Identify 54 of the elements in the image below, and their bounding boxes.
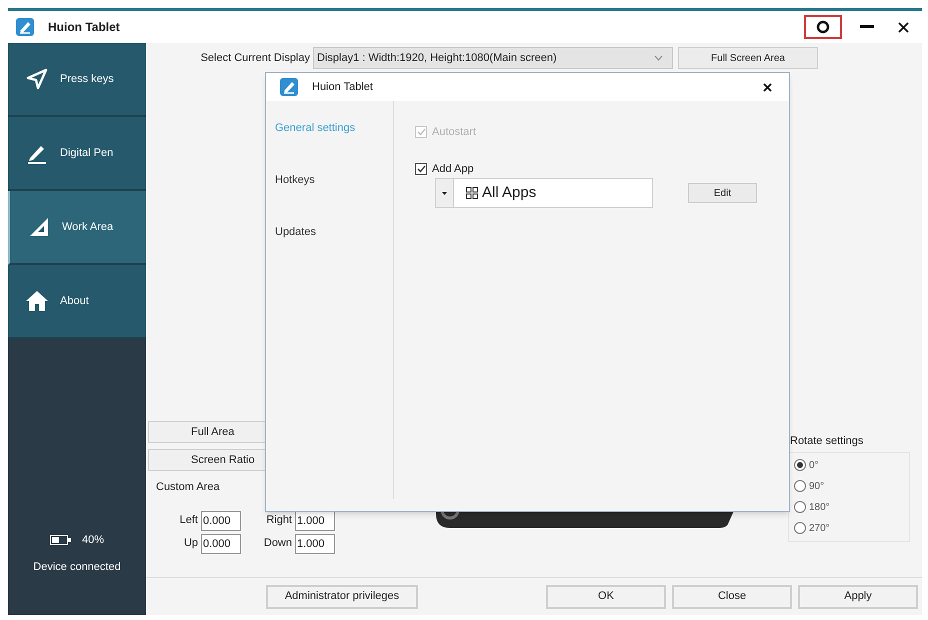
- grid-icon: [466, 187, 478, 199]
- chevron-down-icon: [654, 55, 663, 61]
- radio-option[interactable]: 90°: [794, 478, 909, 494]
- app-selector[interactable]: All Apps: [435, 178, 653, 208]
- footer-button[interactable]: Close: [672, 584, 792, 608]
- app-logo-icon: [16, 18, 34, 36]
- checkmark-icon: [416, 165, 426, 173]
- window-title: Huion Tablet: [48, 19, 120, 36]
- checkbox[interactable]: [415, 163, 427, 175]
- footer-button[interactable]: OK: [546, 584, 666, 608]
- battery-icon: [50, 535, 72, 546]
- sidebar-item[interactable]: Work Area: [8, 191, 146, 265]
- full-screen-area-button[interactable]: Full Screen Area: [678, 47, 818, 69]
- radio-button[interactable]: [794, 480, 806, 492]
- field-label: Left: [178, 513, 198, 528]
- close-icon: [762, 82, 772, 92]
- dialog-title: Huion Tablet: [312, 80, 373, 95]
- number-field[interactable]: 0.000: [201, 534, 241, 554]
- radio-option[interactable]: 180°: [794, 500, 909, 514]
- radio-option[interactable]: 270°: [794, 520, 909, 536]
- field-label: Down: [262, 536, 292, 552]
- number-field[interactable]: 1.000: [295, 534, 335, 554]
- display-dropdown[interactable]: Display1 : Width:1920, Height:1080(Main screen): [313, 47, 673, 69]
- edit-button[interactable]: Edit: [688, 183, 757, 203]
- radio-button[interactable]: [794, 522, 806, 534]
- radio-option[interactable]: 0°: [794, 458, 909, 472]
- checkbox-option: Autostart: [415, 123, 789, 141]
- circle-icon: [816, 20, 830, 34]
- rotate-settings-title: Rotate settings: [789, 434, 864, 449]
- display-label: Select Current Display: [200, 50, 311, 66]
- footer-button[interactable]: Apply: [798, 584, 918, 608]
- custom-area-title: Custom Area: [155, 480, 221, 495]
- footer-button[interactable]: Administrator privileges: [266, 584, 418, 608]
- sidebar-item[interactable]: Digital Pen: [8, 117, 146, 191]
- radio-button[interactable]: [794, 501, 806, 513]
- caret-icon: [442, 192, 447, 194]
- field-label: Right: [265, 513, 292, 528]
- battery-percentage: 40%: [82, 533, 104, 548]
- connection-status: Device connected: [32, 560, 122, 574]
- radio-button[interactable]: [794, 459, 806, 471]
- paper-plane-icon: [26, 68, 48, 90]
- settings-tab[interactable]: Updates: [275, 223, 393, 241]
- house-icon: [26, 290, 48, 312]
- number-field[interactable]: 0.000: [201, 510, 241, 530]
- number-field[interactable]: 1.000: [295, 510, 335, 530]
- sidebar-item[interactable]: About: [8, 265, 146, 339]
- settings-button[interactable]: [804, 15, 842, 39]
- close-icon: [898, 22, 908, 32]
- settings-tab[interactable]: Hotkeys: [275, 171, 393, 189]
- app-logo-icon: [280, 78, 298, 96]
- field-label: Up: [182, 536, 198, 552]
- minimize-icon: [860, 25, 874, 29]
- sidebar-item[interactable]: Press keys: [8, 43, 146, 117]
- checkbox-option[interactable]: Add App: [415, 160, 789, 178]
